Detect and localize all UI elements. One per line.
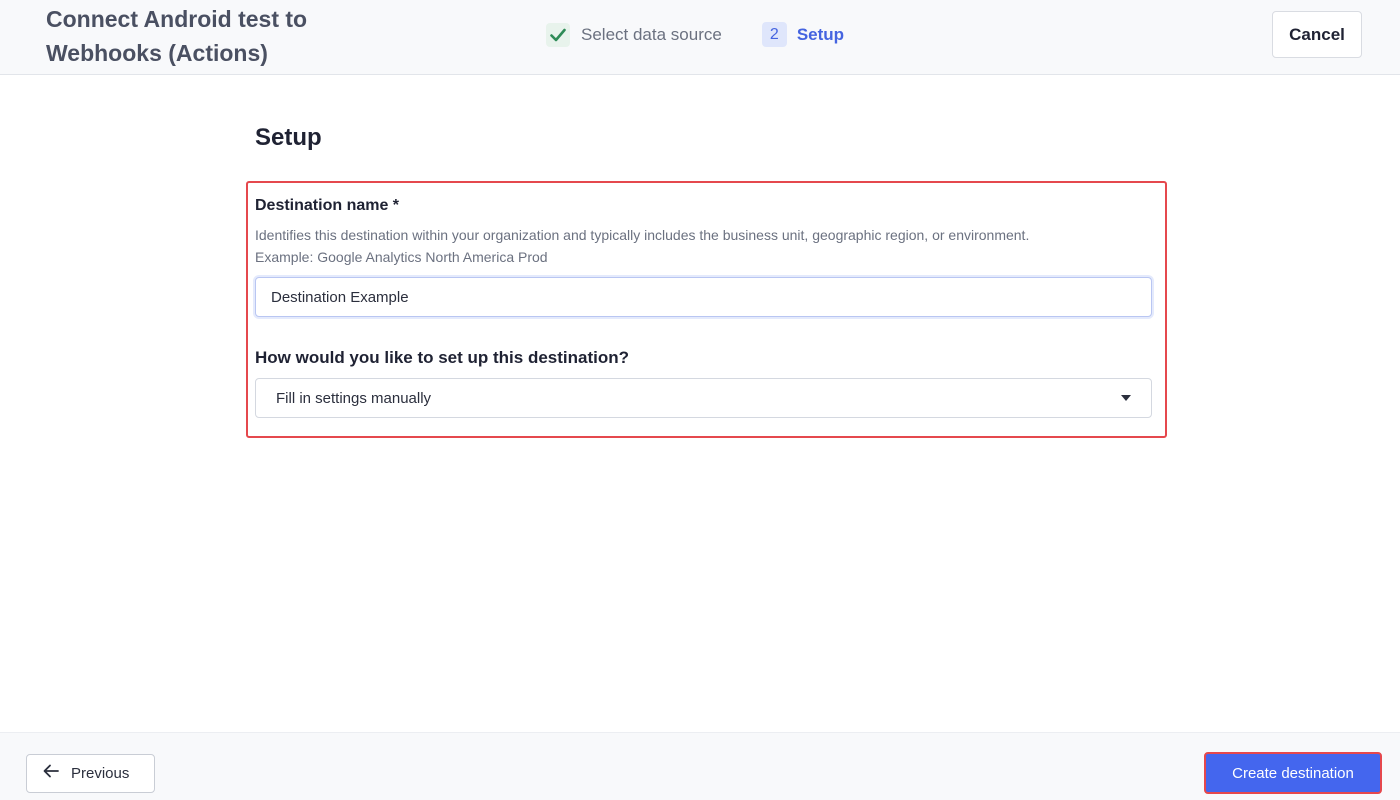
previous-button[interactable]: Previous: [26, 754, 155, 793]
setup-method-label: How would you like to set up this destin…: [255, 348, 630, 367]
previous-label: Previous: [71, 765, 130, 782]
caret-down-icon: [1121, 395, 1131, 401]
stepper: Select data source 2 Setup: [546, 22, 844, 47]
cancel-button[interactable]: Cancel: [1272, 11, 1362, 58]
footer-bar: [0, 732, 1400, 800]
step-setup[interactable]: 2 Setup: [761, 22, 845, 47]
check-icon: [546, 22, 570, 47]
page-header-title: Connect Android test to Webhooks (Action…: [46, 6, 308, 66]
top-header: Connect Android test to Webhooks (Action…: [0, 0, 1400, 75]
arrow-left-icon: [43, 764, 59, 783]
create-destination-button[interactable]: Create destination: [1204, 752, 1382, 794]
step-label: Setup: [796, 24, 845, 44]
destination-name-input[interactable]: [255, 277, 1152, 317]
step-label: Select data source: [581, 24, 722, 44]
step-select-data-source[interactable]: Select data source: [546, 22, 722, 47]
setup-method-select[interactable]: Fill in settings manually: [255, 378, 1152, 418]
help-text-line: Identifies this destination within your …: [255, 227, 1030, 243]
help-example-line: Example: Google Analytics North America …: [255, 249, 548, 265]
destination-name-help: Identifies this destination within your …: [255, 224, 1155, 268]
setup-method-value: Fill in settings manually: [276, 389, 432, 407]
step-number: 2: [761, 22, 787, 47]
destination-name-label: Destination name *: [255, 197, 400, 214]
page-title: Setup: [255, 124, 322, 151]
